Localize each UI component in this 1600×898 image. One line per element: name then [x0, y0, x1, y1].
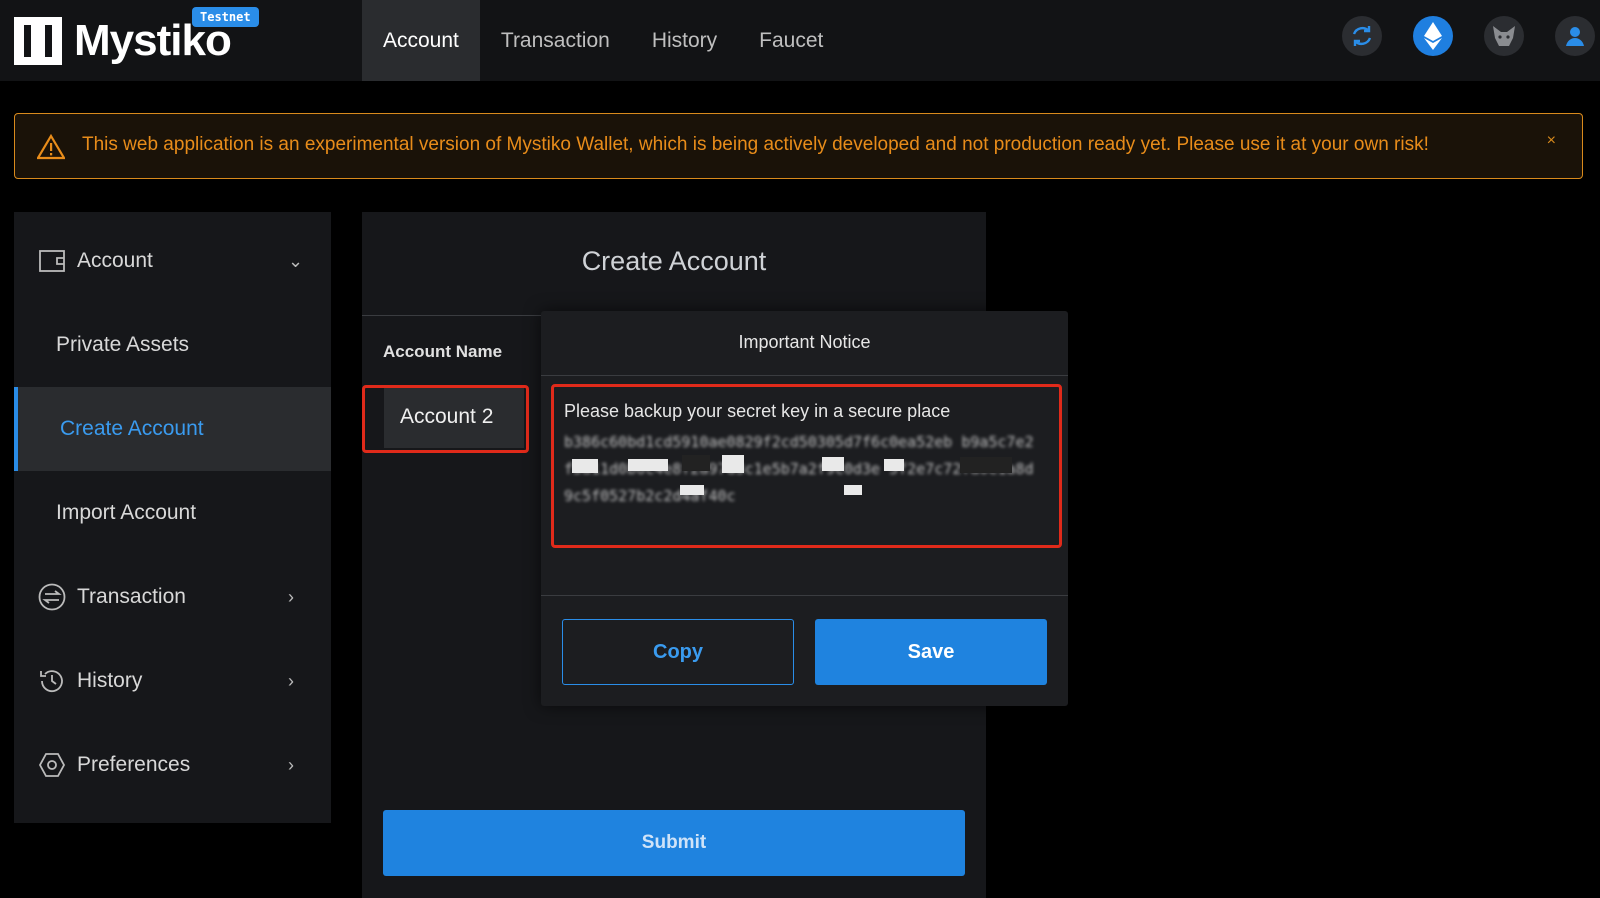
redaction-mask — [722, 455, 744, 473]
sidebar-item-history[interactable]: History › — [14, 639, 331, 723]
close-icon[interactable]: × — [1547, 132, 1556, 150]
copy-button[interactable]: Copy — [562, 619, 794, 685]
transaction-icon — [38, 583, 66, 611]
sidebar-item-label: Preferences — [77, 753, 191, 776]
main-nav: Account Transaction History Faucet — [362, 0, 844, 81]
redaction-mask — [822, 457, 844, 471]
secret-key-box: Please backup your secret key in a secur… — [551, 384, 1062, 548]
sidebar-item-label: Transaction — [77, 585, 186, 608]
warning-text: This web application is an experimental … — [82, 134, 1429, 155]
wallet-icon — [38, 247, 66, 275]
redaction-mask — [572, 459, 598, 473]
redaction-mask — [628, 459, 668, 471]
sidebar-item-label: Create Account — [60, 417, 204, 440]
chevron-right-icon: › — [288, 586, 294, 607]
sidebar-item-label: Import Account — [56, 501, 197, 524]
nav-tab-history[interactable]: History — [631, 0, 738, 81]
highlight-box — [362, 385, 529, 453]
divider — [541, 375, 1068, 376]
settings-icon — [38, 751, 66, 779]
redaction-mask — [844, 485, 862, 495]
redaction-mask — [680, 485, 704, 495]
sidebar-item-private-assets[interactable]: Private Assets — [14, 303, 331, 387]
sidebar-item-label: History — [77, 669, 143, 692]
sidebar: Account ⌄ Private Assets Create Account … — [14, 212, 331, 823]
metamask-icon[interactable] — [1484, 16, 1524, 56]
chevron-down-icon: ⌄ — [288, 250, 304, 271]
chevron-right-icon: › — [288, 754, 294, 775]
history-icon — [38, 667, 66, 695]
save-button[interactable]: Save — [815, 619, 1047, 685]
page-title: Create Account — [581, 246, 767, 276]
logo-mark-icon — [14, 17, 62, 65]
network-badge: Testnet — [192, 7, 259, 27]
sidebar-item-create-account[interactable]: Create Account — [14, 387, 331, 471]
modal-title: Important Notice — [738, 332, 871, 352]
divider — [541, 595, 1068, 596]
sidebar-item-label: Account — [77, 249, 153, 272]
submit-button[interactable]: Submit — [383, 810, 965, 876]
redaction-mask — [682, 455, 710, 471]
refresh-icon[interactable] — [1342, 16, 1382, 56]
sidebar-item-transaction[interactable]: Transaction › — [14, 555, 331, 639]
nav-tab-faucet[interactable]: Faucet — [738, 0, 844, 81]
ethereum-icon[interactable] — [1413, 16, 1453, 56]
chevron-right-icon: › — [288, 670, 294, 691]
sidebar-item-preferences[interactable]: Preferences › — [14, 723, 331, 807]
sidebar-item-import-account[interactable]: Import Account — [14, 471, 331, 555]
nav-tab-account[interactable]: Account — [362, 0, 480, 81]
backup-message: Please backup your secret key in a secur… — [564, 401, 951, 421]
warning-icon — [36, 133, 66, 165]
redaction-mask — [884, 459, 904, 471]
important-notice-modal: Important Notice Please backup your secr… — [541, 311, 1068, 706]
nav-tab-transaction[interactable]: Transaction — [480, 0, 631, 81]
sidebar-item-account[interactable]: Account ⌄ — [14, 219, 331, 303]
redaction-mask — [960, 457, 1012, 473]
sidebar-item-label: Private Assets — [56, 333, 190, 356]
warning-banner: This web application is an experimental … — [14, 113, 1583, 179]
top-navbar: Mystiko Testnet Account Transaction Hist… — [0, 0, 1600, 81]
account-name-label: Account Name — [383, 342, 503, 361]
user-icon[interactable] — [1555, 16, 1595, 56]
